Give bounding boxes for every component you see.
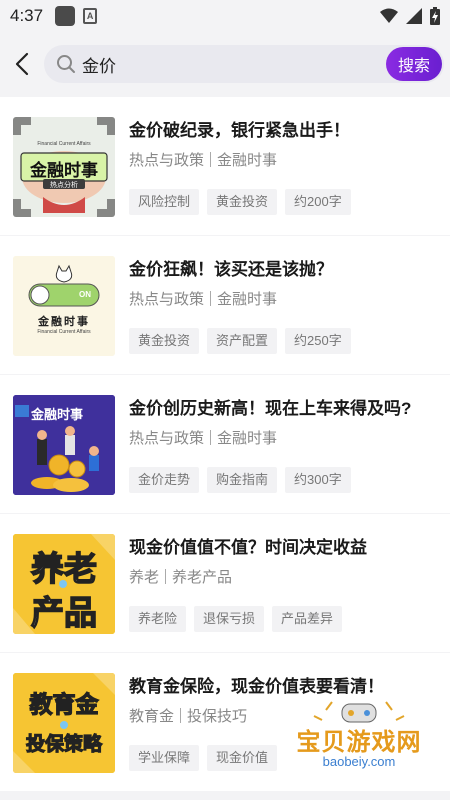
tag: 黄金投资 xyxy=(129,328,200,354)
toggle-text: ON xyxy=(79,290,91,299)
battery-icon xyxy=(430,7,440,25)
result-title: 现金价值值不值？时间决定收益 xyxy=(129,538,367,557)
result-card[interactable]: 金融时事 金价创历史新高！现在上车来得及吗? 热点与政策 金融时事 金价走势 购… xyxy=(0,375,450,513)
divider xyxy=(210,291,212,306)
result-categories: 教育金 投保技巧 xyxy=(129,705,247,726)
thumbnail-subtitle: 热点分析 xyxy=(50,182,78,189)
tag: 养老险 xyxy=(129,606,187,632)
tag: 购金指南 xyxy=(207,467,278,493)
result-tags: 养老险 退保亏损 产品差异 xyxy=(129,606,343,632)
search-box: 搜索 xyxy=(44,45,444,83)
result-categories: 热点与政策 金融时事 xyxy=(129,427,277,448)
tag: 资产配置 xyxy=(207,328,278,354)
tag: 风险控制 xyxy=(129,189,200,215)
result-title: 教育金保险，现金价值表要看清！ xyxy=(129,677,384,696)
a-notification-icon: A xyxy=(83,8,98,24)
thumbnail-top: Financial Current Affairs xyxy=(37,141,91,147)
watermark-title: 宝贝游戏网 xyxy=(296,729,422,756)
tag: 约300字 xyxy=(285,467,351,493)
thumbnail-line1: 养老 xyxy=(30,549,98,588)
results-list: Financial Current Affairs 金融时事 热点分析 金价破纪… xyxy=(0,97,450,792)
result-title: 金价创历史新高！现在上车来得及吗? xyxy=(129,399,412,418)
thumbnail-line2: 产品 xyxy=(30,593,98,632)
category-label: 教育金 xyxy=(129,708,175,725)
thumbnail: 金融时事 xyxy=(13,395,115,495)
thumbnail-line2: 投保策略 xyxy=(25,733,102,755)
thumbnail-title: 金融时事 xyxy=(30,161,98,180)
thumbnail-subtitle: Financial Current Affairs xyxy=(37,329,91,335)
search-icon xyxy=(56,54,76,74)
result-card[interactable]: Financial Current Affairs 金融时事 热点分析 金价破纪… xyxy=(0,97,450,235)
divider xyxy=(180,708,182,723)
result-title: 金价破纪录，银行紧急出手！ xyxy=(129,121,350,140)
thumbnail-title: 金融时事 xyxy=(38,316,90,328)
status-bar: 4:37 A xyxy=(0,0,450,32)
result-tags: 学业保障 现金价值 xyxy=(129,745,278,771)
thumbnail: ON 金融时事 Financial Current Affairs xyxy=(13,256,115,356)
watermark: 宝贝游戏网 baobeiy.com xyxy=(284,700,434,780)
tag: 约200字 xyxy=(285,189,351,215)
category-label: 养老产品 xyxy=(172,569,233,586)
divider xyxy=(210,430,212,445)
result-tags: 金价走势 购金指南 约300字 xyxy=(129,467,351,493)
category-label: 热点与政策 xyxy=(129,291,205,308)
category-label: 养老 xyxy=(129,569,160,586)
tag: 现金价值 xyxy=(207,745,278,771)
tag: 黄金投资 xyxy=(207,189,278,215)
result-tags: 风险控制 黄金投资 约200字 xyxy=(129,189,351,215)
tag: 约250字 xyxy=(285,328,351,354)
thumbnail: 教育金 投保策略 xyxy=(13,673,115,773)
category-label: 热点与政策 xyxy=(129,430,205,447)
search-button[interactable]: 搜索 xyxy=(386,47,442,81)
divider xyxy=(165,569,167,584)
result-categories: 养老 养老产品 xyxy=(129,566,232,587)
tag: 学业保障 xyxy=(129,745,200,771)
result-categories: 热点与政策 金融时事 xyxy=(129,288,277,309)
signal-icon xyxy=(406,8,422,24)
thumbnail: 养老 产品 xyxy=(13,534,115,634)
thumbnail-line1: 教育金 xyxy=(29,690,99,717)
result-card[interactable]: ON 金融时事 Financial Current Affairs 金价狂飙！该… xyxy=(0,236,450,374)
result-card[interactable]: 养老 产品 现金价值值不值？时间决定收益 养老 养老产品 养老险 退保亏损 产品… xyxy=(0,514,450,652)
tag: 退保亏损 xyxy=(194,606,265,632)
category-label: 金融时事 xyxy=(217,152,278,169)
tag: 金价走势 xyxy=(129,467,200,493)
category-label: 投保技巧 xyxy=(187,708,248,725)
app-notification-icon xyxy=(55,6,76,26)
category-label: 金融时事 xyxy=(217,291,278,308)
search-input[interactable] xyxy=(82,54,362,74)
tag: 产品差异 xyxy=(272,606,343,632)
thumbnail: Financial Current Affairs 金融时事 热点分析 xyxy=(13,117,115,217)
category-label: 金融时事 xyxy=(217,430,278,447)
result-title: 金价狂飙！该买还是该抛？ xyxy=(129,260,333,279)
wifi-icon xyxy=(380,8,398,23)
divider xyxy=(210,152,212,167)
search-header: 搜索 xyxy=(0,32,450,96)
back-button[interactable] xyxy=(0,32,44,96)
thumbnail-title: 金融时事 xyxy=(31,407,84,422)
back-arrow-icon xyxy=(15,52,29,76)
watermark-url: baobeiy.com xyxy=(322,754,396,769)
status-time: 4:37 xyxy=(10,6,44,25)
category-label: 热点与政策 xyxy=(129,152,205,169)
status-icons xyxy=(380,7,440,25)
result-tags: 黄金投资 资产配置 约250字 xyxy=(129,328,351,354)
result-categories: 热点与政策 金融时事 xyxy=(129,149,277,170)
